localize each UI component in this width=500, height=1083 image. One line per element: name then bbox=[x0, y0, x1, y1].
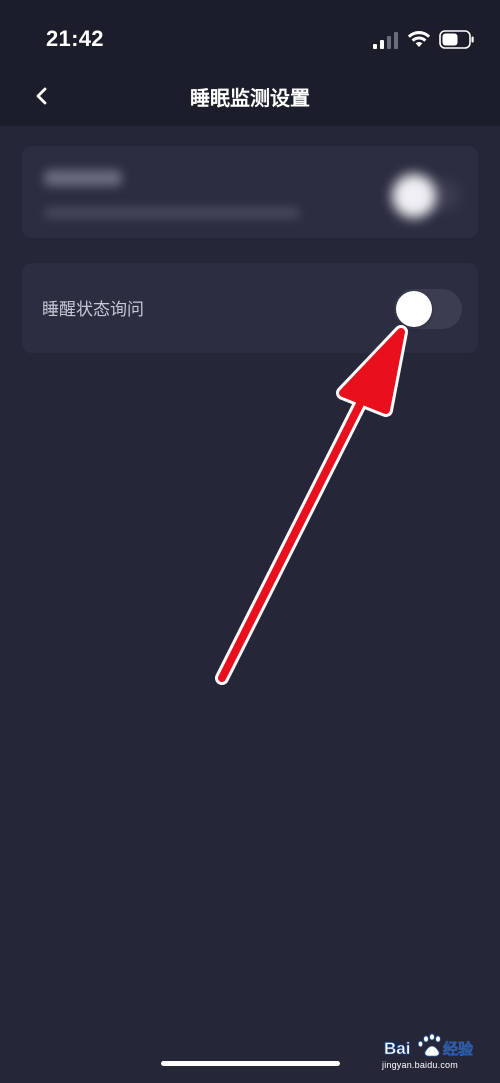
watermark-url: jingyan.baidu.com bbox=[382, 1060, 458, 1070]
toggle-knob bbox=[396, 291, 432, 327]
watermark: Bai 经验 jingyan.baidu.com bbox=[382, 1032, 494, 1076]
blurred-subtitle bbox=[44, 208, 300, 218]
svg-text:Bai: Bai bbox=[384, 1039, 410, 1058]
setting-label: 睡醒状态询问 bbox=[42, 300, 144, 320]
blurred-title bbox=[44, 170, 122, 186]
blurred-toggle-knob bbox=[392, 174, 436, 218]
chevron-left-icon bbox=[36, 87, 47, 105]
app-screen: 21:42 睡眠监测设置 睡醒状态询问 Bai 经验 jingyan.baidu… bbox=[0, 0, 500, 1083]
wifi-icon bbox=[407, 31, 431, 47]
header: 21:42 睡眠监测设置 bbox=[0, 0, 500, 126]
battery-icon bbox=[439, 30, 474, 49]
setting-row-wake-inquiry: 睡醒状态询问 bbox=[22, 263, 478, 353]
status-time: 21:42 bbox=[46, 26, 104, 51]
signal-icon bbox=[373, 32, 398, 49]
page-title: 睡眠监测设置 bbox=[190, 86, 310, 110]
wake-inquiry-toggle[interactable] bbox=[394, 289, 462, 329]
baidu-logo: Bai 经验 bbox=[384, 1033, 474, 1058]
blurred-setting-card bbox=[22, 146, 478, 238]
home-indicator[interactable] bbox=[161, 1061, 340, 1066]
svg-text:经验: 经验 bbox=[443, 1040, 474, 1058]
back-button[interactable] bbox=[28, 82, 56, 110]
